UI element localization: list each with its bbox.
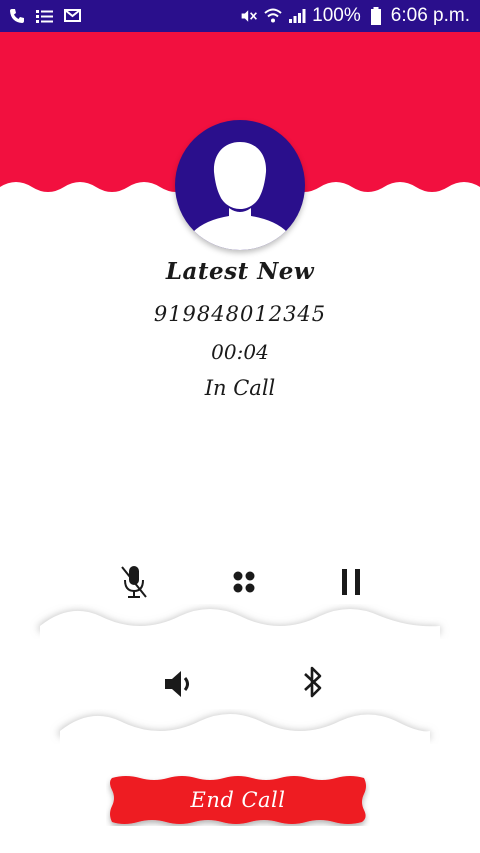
- status-bar-right: 100% 6:06 p.m.: [240, 5, 480, 27]
- battery-icon: [367, 7, 385, 25]
- mute-mic-icon: [121, 566, 147, 598]
- status-bar: 100% 6:06 p.m.: [0, 0, 480, 32]
- wave-divider: [0, 600, 480, 650]
- mail-icon: [64, 7, 82, 25]
- bluetooth-icon: [304, 666, 322, 698]
- status-bar-left: [0, 7, 82, 25]
- wifi-icon: [264, 7, 282, 25]
- signal-icon: [288, 7, 306, 25]
- pause-icon: [342, 569, 360, 595]
- wave-divider: [0, 705, 480, 755]
- speaker-icon: [165, 671, 189, 697]
- call-duration: 00:04: [211, 340, 269, 364]
- bluetooth-button[interactable]: [291, 660, 335, 704]
- mute-button[interactable]: [112, 560, 156, 604]
- mute-icon: [240, 7, 258, 25]
- clock: 6:06 p.m.: [390, 5, 470, 26]
- call-status: In Call: [204, 376, 276, 400]
- caller-number: 919848012345: [153, 302, 327, 326]
- caller-name: Latest New: [165, 258, 315, 285]
- end-call-button[interactable]: End Call: [106, 774, 370, 826]
- keypad-icon: [233, 571, 255, 593]
- phone-icon: [8, 7, 26, 25]
- avatar: [175, 120, 305, 250]
- hold-button[interactable]: [329, 560, 373, 604]
- person-icon: [193, 142, 287, 250]
- keypad-button[interactable]: [222, 560, 266, 604]
- speaker-button[interactable]: [158, 662, 202, 706]
- battery-percent: 100%: [312, 5, 361, 26]
- end-call-label: End Call: [190, 788, 286, 812]
- list-icon: [36, 7, 54, 25]
